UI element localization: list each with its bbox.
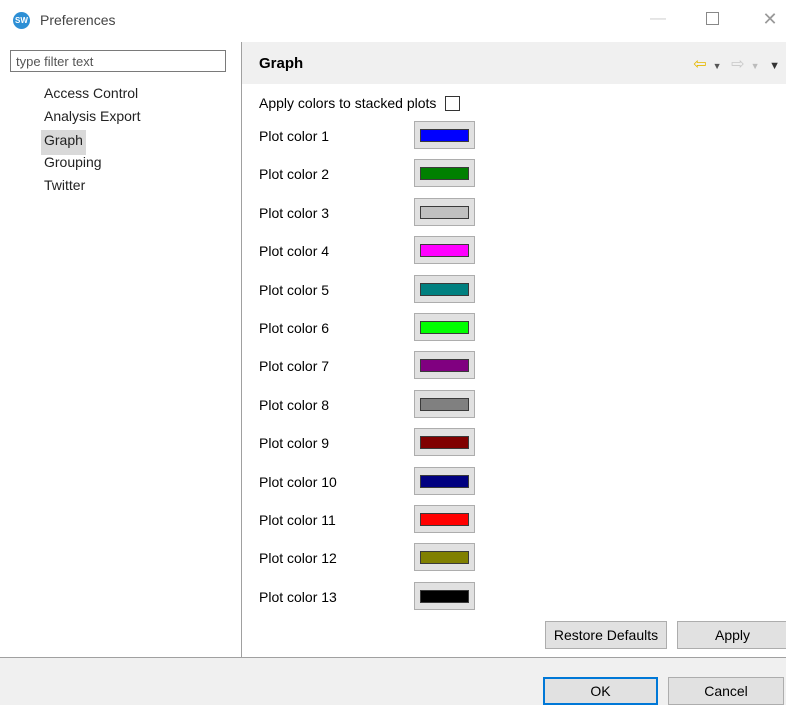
plot-color-button[interactable] [414,159,475,187]
color-swatch [420,398,469,411]
plot-color-row: Plot color 13 [259,582,499,612]
color-swatch [420,513,469,526]
plot-color-button[interactable] [414,198,475,226]
plot-color-label: Plot color 1 [259,128,330,144]
plot-color-label: Plot color 6 [259,320,330,336]
color-swatch [420,321,469,334]
plot-color-button[interactable] [414,467,475,495]
plot-color-label: Plot color 8 [259,397,330,413]
plot-color-row: Plot color 6 [259,313,499,343]
plot-color-label: Plot color 4 [259,243,330,259]
plot-color-button[interactable] [414,428,475,456]
color-swatch [420,283,469,296]
plot-color-row: Plot color 1 [259,121,499,151]
tree-item-access-control[interactable]: Access Control [41,84,141,102]
plot-color-label: Plot color 3 [259,205,330,221]
stacked-plots-checkbox[interactable] [445,95,461,111]
color-swatch [420,359,469,372]
tree-item-graph[interactable]: Graph [41,130,86,155]
color-swatch [420,475,469,488]
maximize-button[interactable] [692,6,732,32]
tree-item-twitter[interactable]: Twitter [41,176,88,194]
forward-dropdown-icon: ▼ [750,61,760,71]
plot-color-button[interactable] [414,390,475,418]
plot-color-label: Plot color 5 [259,282,330,298]
forward-arrow-icon: ⇨ [731,56,745,73]
plot-color-button[interactable] [414,582,475,610]
back-arrow-icon[interactable]: ⇦ [693,54,706,74]
stacked-plots-option: Apply colors to stacked plots [259,93,461,113]
close-button[interactable]: ✕ [750,6,786,32]
page-header: Graph ⇦ ▼ ⇨ ▼ ▼ [242,42,786,84]
plot-color-label: Plot color 12 [259,550,337,566]
plot-color-label: Plot color 11 [259,512,336,528]
plot-color-row: Plot color 2 [259,159,499,189]
plot-color-row: Plot color 12 [259,543,499,573]
apply-button[interactable]: Apply [677,621,786,649]
plot-color-button[interactable] [414,505,475,533]
window-title: Preferences [40,12,116,28]
back-dropdown-icon[interactable]: ▼ [713,61,722,71]
cancel-button[interactable]: Cancel [668,677,784,705]
plot-color-row: Plot color 8 [259,390,499,420]
tree-item-analysis-export[interactable]: Analysis Export [41,107,143,125]
stacked-plots-label: Apply colors to stacked plots [259,95,437,111]
page-nav: ⇦ ▼ ⇨ ▼ ▼ [687,54,780,74]
tree-item-grouping[interactable]: Grouping [41,153,105,171]
pane-divider[interactable] [241,42,242,657]
plot-color-button[interactable] [414,275,475,303]
plot-color-row: Plot color 3 [259,198,499,228]
color-swatch [420,206,469,219]
color-swatch [420,244,469,257]
plot-color-button[interactable] [414,236,475,264]
plot-color-row: Plot color 4 [259,236,499,266]
plot-color-label: Plot color 13 [259,589,337,605]
minimize-button[interactable]: — [638,6,678,32]
plot-color-button[interactable] [414,543,475,571]
ok-button[interactable]: OK [543,677,658,705]
app-icon: SW [13,12,30,29]
plot-color-label: Plot color 2 [259,166,330,182]
plot-color-label: Plot color 10 [259,474,337,490]
plot-color-row: Plot color 11 [259,505,499,535]
plot-color-row: Plot color 10 [259,467,499,497]
color-swatch [420,590,469,603]
plot-color-button[interactable] [414,351,475,379]
preferences-tree: Access Control Analysis Export Graph Gro… [41,84,143,199]
plot-color-button[interactable] [414,313,475,341]
plot-color-row: Plot color 5 [259,275,499,305]
restore-defaults-button[interactable]: Restore Defaults [545,621,667,649]
color-swatch [420,129,469,142]
title-bar: SW Preferences — ✕ [0,0,786,40]
maximize-icon [705,12,719,26]
color-swatch [420,167,469,180]
view-menu-icon[interactable]: ▼ [769,60,780,72]
page-title: Graph [259,55,304,72]
filter-input[interactable] [10,50,226,72]
plot-color-button[interactable] [414,121,475,149]
plot-color-row: Plot color 7 [259,351,499,381]
color-swatch [420,551,469,564]
color-swatch [420,436,469,449]
plot-color-row: Plot color 9 [259,428,499,458]
plot-color-label: Plot color 7 [259,358,330,374]
plot-color-label: Plot color 9 [259,435,330,451]
